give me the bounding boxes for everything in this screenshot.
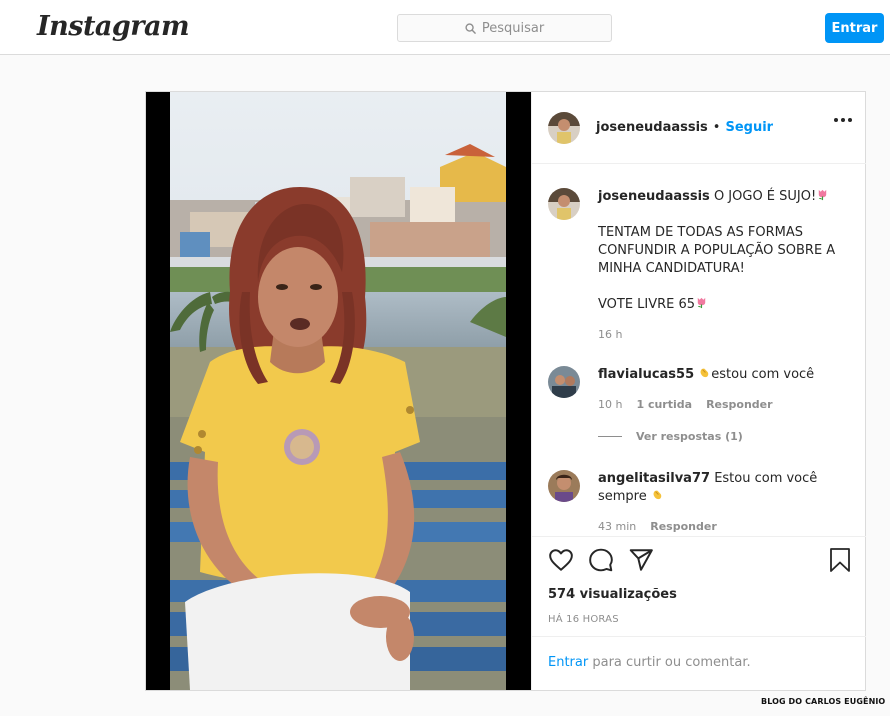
comment-body: estou com você	[711, 367, 815, 382]
heart-icon[interactable]	[548, 547, 574, 573]
login-prompt-text: Entrar para curtir ou comentar.	[548, 655, 751, 670]
caption-line-2: TENTAM DE TODAS AS FORMAS	[598, 225, 804, 240]
view-replies-row[interactable]: Ver respostas (1)	[598, 430, 743, 443]
caption-time[interactable]: 16 h	[598, 328, 622, 341]
post-actions: 574 visualizações HÁ 16 HORAS	[532, 536, 866, 636]
post-timestamp[interactable]: HÁ 16 HORAS	[548, 614, 619, 625]
caption-line-5: VOTE LIVRE 65	[598, 297, 696, 312]
caption-text: joseneudaassis O JOGO É SUJO!	[598, 188, 848, 206]
share-icon[interactable]	[628, 547, 654, 573]
separator-dot: •	[712, 120, 721, 135]
caption-author-avatar[interactable]	[548, 188, 580, 220]
more-options-icon[interactable]	[834, 118, 852, 122]
view-count[interactable]: 574 visualizações	[548, 587, 677, 602]
comment-text-line-2: sempre	[598, 488, 664, 506]
caption-line-5-row: VOTE LIVRE 65	[598, 296, 708, 314]
comment-body-line-1: Estou com você	[714, 471, 818, 486]
commenter-username[interactable]: angelitasilva77	[598, 471, 710, 486]
replies-divider	[598, 436, 622, 437]
caption-line-4: MINHA CANDIDATURA!	[598, 261, 745, 276]
post-header: joseneudaassis • Seguir	[532, 92, 866, 164]
author-avatar[interactable]	[548, 112, 580, 144]
follow-button[interactable]: Seguir	[725, 120, 773, 135]
reply-button[interactable]: Responder	[706, 398, 773, 411]
comments-list[interactable]: joseneudaassis O JOGO É SUJO! TENTAM DE …	[532, 164, 866, 536]
post-card: joseneudaassis • Seguir joseneudaassis O…	[145, 91, 866, 691]
caption-username[interactable]: joseneudaassis	[598, 189, 710, 204]
commenter-avatar[interactable]	[548, 366, 580, 398]
commenter-avatar[interactable]	[548, 470, 580, 502]
clapping-hands-icon	[700, 368, 709, 378]
search-placeholder: Pesquisar	[481, 20, 545, 36]
comment-time[interactable]: 43 min	[598, 520, 636, 533]
top-navbar: Instagram Pesquisar Entrar	[0, 0, 890, 55]
comment-body-line-2: sempre	[598, 489, 647, 504]
instagram-logo[interactable]: Instagram	[37, 11, 190, 42]
reply-button[interactable]: Responder	[650, 520, 717, 533]
comment-text: angelitasilva77 Estou com você	[598, 470, 817, 488]
comment-icon[interactable]	[588, 547, 614, 573]
comment-text: flavialucas55 estou com você	[598, 366, 814, 384]
post-video[interactable]	[146, 92, 531, 690]
author-username[interactable]: joseneudaassis	[596, 120, 708, 135]
view-replies-button[interactable]: Ver respostas (1)	[636, 430, 743, 443]
search-icon	[465, 22, 476, 34]
comment-time[interactable]: 10 h	[598, 398, 622, 411]
search-box[interactable]: Pesquisar	[397, 14, 612, 42]
video-frame	[170, 92, 506, 690]
clapping-hands-icon	[653, 490, 662, 500]
bookmark-icon[interactable]	[828, 547, 852, 573]
caption-line-3: CONFUNDIR A POPULAÇÃO SOBRE A	[598, 243, 836, 258]
video-still-image	[170, 92, 506, 690]
login-prompt-rest: para curtir ou comentar.	[588, 655, 751, 670]
login-prompt: Entrar para curtir ou comentar.	[532, 636, 866, 690]
login-button[interactable]: Entrar	[825, 13, 884, 43]
comment-meta: 10 h 1 curtida Responder	[598, 398, 773, 411]
commenter-username[interactable]: flavialucas55	[598, 367, 694, 382]
comment-likes[interactable]: 1 curtida	[636, 398, 692, 411]
caption-line-1: O JOGO É SUJO!	[713, 189, 817, 204]
post-side-panel: joseneudaassis • Seguir joseneudaassis O…	[531, 92, 866, 690]
caption-meta: 16 h	[598, 328, 622, 341]
login-link[interactable]: Entrar	[548, 655, 588, 670]
tulip-emoji-icon	[818, 189, 827, 201]
tulip-emoji-icon	[697, 297, 706, 309]
blog-watermark: BLOG DO CARLOS EUGÊNIO	[761, 697, 886, 706]
comment-meta: 43 min Responder	[598, 520, 717, 533]
